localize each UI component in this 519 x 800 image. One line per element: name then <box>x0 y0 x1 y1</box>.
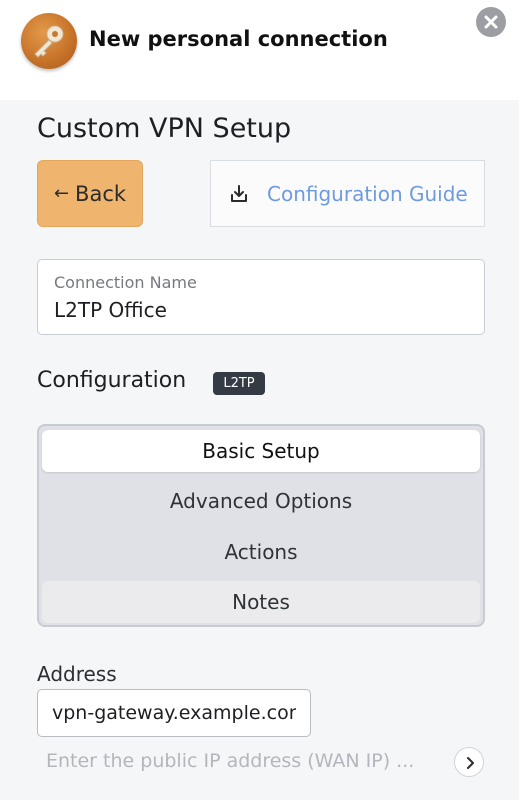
configuration-guide-label: Configuration Guide <box>267 181 468 206</box>
connection-name-value[interactable]: L2TP Office <box>54 298 167 322</box>
chevron-right-icon[interactable] <box>454 747 484 777</box>
close-icon[interactable] <box>476 7 506 37</box>
configuration-heading: Configuration <box>37 368 187 393</box>
connection-name-field[interactable]: Connection Name L2TP Office <box>37 259 485 335</box>
tab-notes[interactable]: Notes <box>42 581 480 623</box>
tab-actions[interactable]: Actions <box>42 531 480 573</box>
configuration-tabs: Basic Setup Advanced Options Actions Not… <box>37 424 485 627</box>
tab-advanced-options[interactable]: Advanced Options <box>42 480 480 522</box>
address-hint: Enter the public IP address (WAN IP) ... <box>46 750 415 772</box>
download-icon <box>229 184 249 204</box>
back-button-label: Back <box>75 181 127 206</box>
tab-basic-setup[interactable]: Basic Setup <box>42 430 480 472</box>
key-icon <box>21 13 77 69</box>
protocol-badge: L2TP <box>213 372 265 395</box>
page-title: Custom VPN Setup <box>37 113 292 144</box>
address-input[interactable] <box>37 689 311 737</box>
back-button[interactable]: ← Back <box>37 160 143 227</box>
configuration-guide-button[interactable]: Configuration Guide <box>210 160 485 227</box>
connection-name-label: Connection Name <box>54 273 197 292</box>
dialog-header: New personal connection <box>0 0 519 100</box>
address-label: Address <box>37 662 117 686</box>
arrow-left-icon: ← <box>53 183 70 204</box>
dialog-title: New personal connection <box>89 27 388 51</box>
